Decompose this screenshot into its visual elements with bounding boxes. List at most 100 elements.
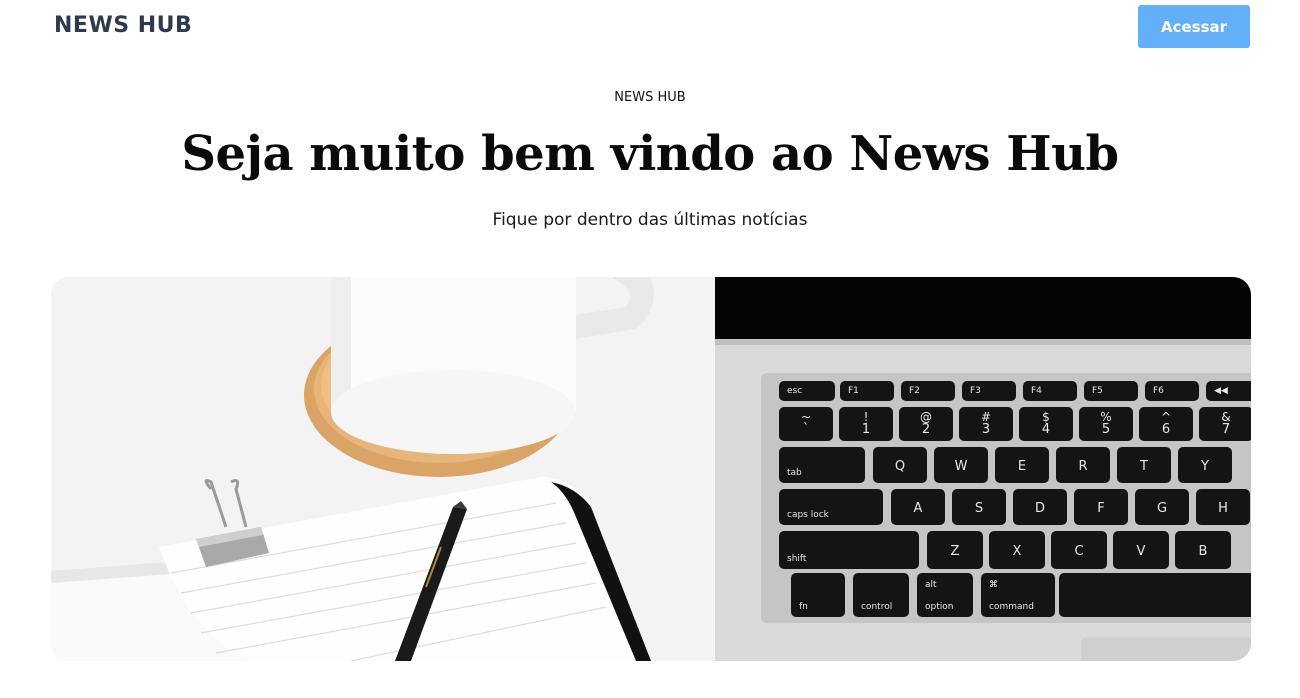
keyboard-key-num-5: 5% — [1079, 407, 1133, 441]
svg-text:3: 3 — [982, 422, 990, 437]
keyboard-key-q-3: E — [995, 447, 1049, 483]
keyboard-key-q-4: R — [1056, 447, 1110, 483]
svg-text:esc: esc — [787, 386, 802, 396]
svg-text:D: D — [1035, 501, 1045, 516]
keyboard-key-z-2: X — [989, 531, 1045, 569]
svg-text:control: control — [861, 602, 892, 612]
svg-text:F3: F3 — [970, 386, 981, 396]
keyboard-key-mod-3: command ⌘ — [981, 573, 1055, 617]
svg-text:2: 2 — [922, 422, 930, 437]
keyboard-key-num-1: 1! — [839, 407, 893, 441]
keyboard-key-q-0: tab — [779, 447, 865, 483]
svg-text:alt: alt — [925, 580, 937, 590]
keyboard-key-space — [1059, 573, 1251, 617]
hero-eyebrow: NEWS HUB — [614, 90, 686, 105]
hero-image: esc F1 F2 F3 F4 F5 F6 ◀◀ ` ~1! 2 @3 #4 $5% 6 ^ 7 & tab Q W E R… — [51, 277, 1251, 661]
svg-text:1: 1 — [862, 422, 870, 437]
svg-text:#: # — [981, 410, 991, 424]
keyboard-key-q-5: T — [1117, 447, 1171, 483]
keyboard-key-z-0: shift — [779, 531, 919, 569]
svg-text:`: ` — [803, 422, 810, 437]
keyboard-key-num-4: 4$ — [1019, 407, 1073, 441]
keyboard-key-num-3: 3# — [959, 407, 1013, 441]
svg-text:option: option — [925, 602, 953, 612]
keyboard-key-fn-5: F5 — [1084, 381, 1138, 401]
svg-text:~: ~ — [801, 410, 811, 424]
keyboard-key-a-0: caps lock — [779, 489, 883, 525]
keyboard-key-mod-1: control — [853, 573, 909, 617]
svg-text:%: % — [1100, 410, 1111, 424]
svg-text:V: V — [1137, 544, 1146, 559]
keyboard-key-fn-1: F1 — [840, 381, 894, 401]
svg-text:5: 5 — [1102, 422, 1110, 437]
svg-text:F6: F6 — [1153, 386, 1164, 396]
keyboard-key-fn-2: F2 — [901, 381, 955, 401]
keyboard-key-a-1: A — [891, 489, 945, 525]
svg-text:F5: F5 — [1092, 386, 1103, 396]
keyboard-key-mod-0: fn — [791, 573, 845, 617]
keyboard-key-fn-7: ◀◀ — [1206, 381, 1251, 401]
svg-text:G: G — [1157, 501, 1167, 516]
svg-text:&: & — [1221, 410, 1230, 424]
keyboard-key-a-2: S — [952, 489, 1006, 525]
keyboard-key-fn-6: F6 — [1145, 381, 1199, 401]
svg-text:@: @ — [920, 410, 932, 424]
brand-logo[interactable]: NEWS HUB — [54, 13, 192, 38]
desk-photo-illustration: esc F1 F2 F3 F4 F5 F6 ◀◀`~1!2@3#4$5%6^7&tab Q W E R… — [51, 277, 1251, 661]
svg-text:fn: fn — [799, 602, 808, 612]
svg-text:E: E — [1018, 459, 1026, 474]
keyboard-key-z-4: V — [1113, 531, 1169, 569]
svg-text:W: W — [955, 459, 968, 474]
keyboard-key-z-3: C — [1051, 531, 1107, 569]
keyboard-key-z-5: B — [1175, 531, 1231, 569]
keyboard-key-z-1: Z — [927, 531, 983, 569]
keyboard-key-fn-3: F3 — [962, 381, 1016, 401]
svg-text:caps lock: caps lock — [787, 510, 830, 520]
svg-text:F: F — [1097, 501, 1104, 516]
svg-text:X: X — [1013, 544, 1022, 559]
keyboard-key-fn-0: esc — [779, 381, 835, 401]
laptop: esc F1 F2 F3 F4 F5 F6 ◀◀`~1!2@3#4$5%6^7&tab Q W E R… — [715, 277, 1251, 661]
keyboard-key-num-7: 7& — [1199, 407, 1251, 441]
login-button[interactable]: Acessar — [1138, 5, 1250, 48]
svg-text:A: A — [914, 501, 923, 516]
svg-text:R: R — [1078, 459, 1087, 474]
svg-text:Z: Z — [951, 544, 960, 559]
svg-text:◀◀: ◀◀ — [1214, 386, 1228, 396]
keyboard-key-q-2: W — [934, 447, 988, 483]
keyboard-key-num-6: 6^ — [1139, 407, 1193, 441]
keyboard-key-mod-2: option alt — [917, 573, 973, 617]
keyboard-key-a-6: H — [1196, 489, 1250, 525]
svg-text:!: ! — [864, 410, 869, 424]
keyboard-key-a-3: D — [1013, 489, 1067, 525]
svg-text:Y: Y — [1200, 459, 1209, 474]
svg-text:7: 7 — [1222, 422, 1230, 437]
trackpad — [1081, 637, 1251, 661]
svg-text:S: S — [975, 501, 983, 516]
keyboard-key-num-2: 2@ — [899, 407, 953, 441]
keyboard-key-a-4: F — [1074, 489, 1128, 525]
svg-text:F4: F4 — [1031, 386, 1042, 396]
svg-text:C: C — [1074, 544, 1083, 559]
svg-text:command: command — [989, 602, 1034, 612]
keyboard-key-q-1: Q — [873, 447, 927, 483]
keyboard-key-q-6: Y — [1178, 447, 1232, 483]
svg-text:^: ^ — [1161, 410, 1171, 424]
svg-text:4: 4 — [1042, 422, 1050, 437]
keyboard-key-a-5: G — [1135, 489, 1189, 525]
svg-text:Q: Q — [895, 459, 905, 474]
svg-text:H: H — [1218, 501, 1228, 516]
svg-text:shift: shift — [787, 554, 807, 564]
svg-text:$: $ — [1042, 410, 1050, 424]
keyboard-key-num-0: `~ — [779, 407, 833, 441]
svg-text:⌘: ⌘ — [989, 580, 998, 590]
hero-subtitle: Fique por dentro das últimas notícias — [492, 210, 808, 230]
svg-text:6: 6 — [1162, 422, 1170, 437]
svg-text:tab: tab — [787, 468, 802, 478]
svg-text:F2: F2 — [909, 386, 920, 396]
hero-title: Seja muito bem vindo ao News Hub — [181, 126, 1119, 182]
site-header: NEWS HUB Acessar — [0, 0, 1300, 56]
svg-text:B: B — [1199, 544, 1208, 559]
keyboard-key-fn-4: F4 — [1023, 381, 1077, 401]
svg-text:F1: F1 — [848, 386, 859, 396]
